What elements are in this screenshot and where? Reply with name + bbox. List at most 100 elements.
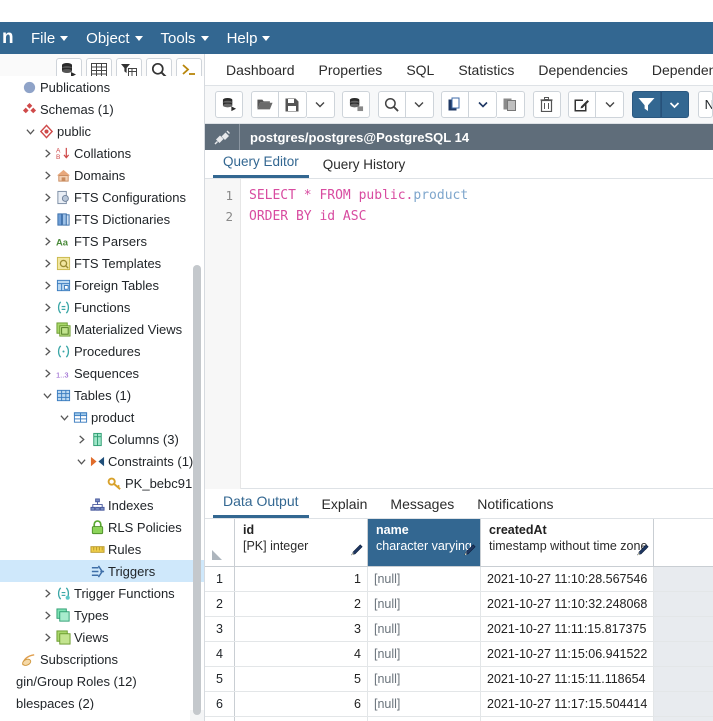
copy-dropdown-caret[interactable] bbox=[469, 91, 498, 118]
grid-cell-id[interactable]: 5 bbox=[235, 667, 368, 691]
object-tab-properties[interactable]: Properties bbox=[308, 58, 394, 82]
tree-item-tables-1[interactable]: Tables (1) bbox=[0, 384, 205, 406]
grid-row-number[interactable]: 2 bbox=[205, 592, 235, 616]
grid-row-number[interactable]: 1 bbox=[205, 567, 235, 591]
find-dropdown-caret[interactable] bbox=[405, 91, 434, 118]
grid-row-number[interactable]: 3 bbox=[205, 617, 235, 641]
chevron-right-icon[interactable] bbox=[40, 324, 54, 334]
chevron-right-icon[interactable] bbox=[40, 368, 54, 378]
tree-item-fts-parsers[interactable]: Aa FTS Parsers bbox=[0, 230, 205, 252]
sidebar-scrollbar[interactable] bbox=[193, 265, 201, 715]
tree-item-triggers[interactable]: Triggers bbox=[0, 560, 205, 582]
edit-column-icon[interactable] bbox=[462, 543, 477, 561]
tree-item-rules[interactable]: Rules bbox=[0, 538, 205, 560]
chevron-right-icon[interactable] bbox=[40, 346, 54, 356]
grid-row[interactable]: 6 6 [null] 2021-10-27 11:17:15.504414 bbox=[205, 692, 713, 717]
row-limit-select[interactable]: N bbox=[697, 91, 713, 118]
chevron-down-icon[interactable] bbox=[74, 457, 88, 466]
grid-row[interactable]: 2 2 [null] 2021-10-27 11:10:32.248068 bbox=[205, 592, 713, 617]
tree-item-functions[interactable]: Functions bbox=[0, 296, 205, 318]
grid-row-number[interactable]: 7 bbox=[205, 717, 235, 721]
query-editor-tab-query-editor[interactable]: Query Editor bbox=[213, 150, 309, 178]
tree-item-procedures[interactable]: Procedures bbox=[0, 340, 205, 362]
tree-item-views[interactable]: Views bbox=[0, 626, 205, 648]
edit-icon[interactable] bbox=[568, 91, 597, 118]
menu-tools[interactable]: Tools bbox=[152, 28, 218, 49]
tree-item-columns-3[interactable]: Columns (3) bbox=[0, 428, 205, 450]
grid-row-number[interactable]: 4 bbox=[205, 642, 235, 666]
tree-item-pk-bebc91[interactable]: PK_bebc91 bbox=[0, 472, 205, 494]
grid-cell-name[interactable]: [null] bbox=[368, 567, 481, 591]
grid-cell-createdat[interactable]: 2021-10-27 11:15:11.118654 bbox=[481, 667, 654, 691]
save-dropdown-caret[interactable] bbox=[306, 91, 335, 118]
chevron-right-icon[interactable] bbox=[40, 170, 54, 180]
grid-cell-id[interactable]: 2 bbox=[235, 592, 368, 616]
grid-cell-id[interactable]: 6 bbox=[235, 692, 368, 716]
grid-cell-createdat[interactable]: 2021-10-27 11:15:06.941522 bbox=[481, 642, 654, 666]
tree-item-fts-templates[interactable]: FTS Templates bbox=[0, 252, 205, 274]
chevron-right-icon[interactable] bbox=[40, 192, 54, 202]
tree-item-types[interactable]: Types bbox=[0, 604, 205, 626]
sql-editor[interactable]: 12 SELECT * FROM public.product ORDER BY … bbox=[205, 179, 713, 489]
grid-column-header-id[interactable]: id [PK] integer bbox=[235, 519, 368, 566]
query-editor-tab-query-history[interactable]: Query History bbox=[313, 153, 416, 178]
output-tab-messages[interactable]: Messages bbox=[380, 493, 464, 518]
tree-item-constraints-1[interactable]: Constraints (1) bbox=[0, 450, 205, 472]
grid-cell-createdat[interactable]: 2021-10-27 11:10:32.248068 bbox=[481, 592, 654, 616]
tree-item-fts-configurations[interactable]: FTS Configurations bbox=[0, 186, 205, 208]
tree-item-foreign-tables[interactable]: Foreign Tables bbox=[0, 274, 205, 296]
tree-item-trigger-functions[interactable]: Trigger Functions bbox=[0, 582, 205, 604]
delete-icon[interactable] bbox=[532, 91, 561, 118]
grid-row[interactable]: 4 4 [null] 2021-10-27 11:15:06.941522 bbox=[205, 642, 713, 667]
grid-cell-createdat[interactable]: 2021-10-27 11:10:28.567546 bbox=[481, 567, 654, 591]
grid-row[interactable]: 5 5 [null] 2021-10-27 11:15:11.118654 bbox=[205, 667, 713, 692]
chevron-right-icon[interactable] bbox=[40, 236, 54, 246]
chevron-right-icon[interactable] bbox=[40, 258, 54, 268]
tree-item-blespaces-2[interactable]: blespaces (2) bbox=[0, 692, 205, 711]
chevron-right-icon[interactable] bbox=[74, 434, 88, 444]
grid-cell-id[interactable]: 3 bbox=[235, 617, 368, 641]
tree-item-public[interactable]: public bbox=[0, 120, 205, 142]
grid-cell-createdat[interactable]: 2021-10-27 11:17:15.504414 bbox=[481, 692, 654, 716]
chevron-down-icon[interactable] bbox=[57, 413, 71, 422]
grid-cell-name[interactable]: [null] bbox=[368, 667, 481, 691]
tree-item-product[interactable]: product bbox=[0, 406, 205, 428]
find-icon[interactable] bbox=[377, 91, 406, 118]
grid-column-header-createdat[interactable]: createdAt timestamp without time zone bbox=[481, 519, 654, 566]
tree-item-sequences[interactable]: 1..3 Sequences bbox=[0, 362, 205, 384]
execute-script-icon[interactable] bbox=[215, 91, 243, 118]
output-tab-explain[interactable]: Explain bbox=[312, 493, 378, 518]
output-tab-notifications[interactable]: Notifications bbox=[467, 493, 563, 518]
filter-dropdown-caret[interactable] bbox=[660, 91, 689, 118]
edit-column-icon[interactable] bbox=[349, 543, 364, 561]
tree-item-indexes[interactable]: Indexes bbox=[0, 494, 205, 516]
chevron-right-icon[interactable] bbox=[40, 148, 54, 158]
grid-select-all-corner[interactable] bbox=[205, 519, 235, 566]
tree-item-schemas-1[interactable]: Schemas (1) bbox=[0, 98, 205, 120]
tree-item-fts-dictionaries[interactable]: FTS Dictionaries bbox=[0, 208, 205, 230]
grid-cell-name[interactable]: [null] bbox=[368, 642, 481, 666]
object-tab-statistics[interactable]: Statistics bbox=[447, 58, 525, 82]
chevron-right-icon[interactable] bbox=[40, 588, 54, 598]
paste-icon[interactable] bbox=[497, 91, 526, 118]
grid-cell-id[interactable]: 4 bbox=[235, 642, 368, 666]
object-tab-dependencies[interactable]: Dependencies bbox=[527, 58, 639, 82]
tree-item-publications[interactable]: Publications bbox=[0, 76, 205, 98]
grid-row-number[interactable]: 5 bbox=[205, 667, 235, 691]
grid-cell-id[interactable]: 7 bbox=[235, 717, 368, 721]
output-tab-data-output[interactable]: Data Output bbox=[213, 490, 309, 518]
grid-cell-name[interactable]: [null] bbox=[368, 592, 481, 616]
object-tab-dependents[interactable]: Dependents bbox=[641, 58, 713, 82]
tree-item-subscriptions[interactable]: Subscriptions bbox=[0, 648, 205, 670]
chevron-right-icon[interactable] bbox=[40, 610, 54, 620]
open-file-icon[interactable] bbox=[250, 91, 279, 118]
grid-row-number[interactable]: 6 bbox=[205, 692, 235, 716]
chevron-right-icon[interactable] bbox=[40, 280, 54, 290]
tree-item-gin-group-roles-12[interactable]: gin/Group Roles (12) bbox=[0, 670, 205, 692]
object-tab-dashboard[interactable]: Dashboard bbox=[215, 58, 306, 82]
grid-column-header-name[interactable]: name character varying bbox=[368, 519, 481, 566]
save-file-icon[interactable] bbox=[278, 91, 307, 118]
filter-icon[interactable] bbox=[631, 91, 661, 118]
grid-cell-name[interactable]: [null] bbox=[368, 717, 481, 721]
chevron-right-icon[interactable] bbox=[40, 632, 54, 642]
